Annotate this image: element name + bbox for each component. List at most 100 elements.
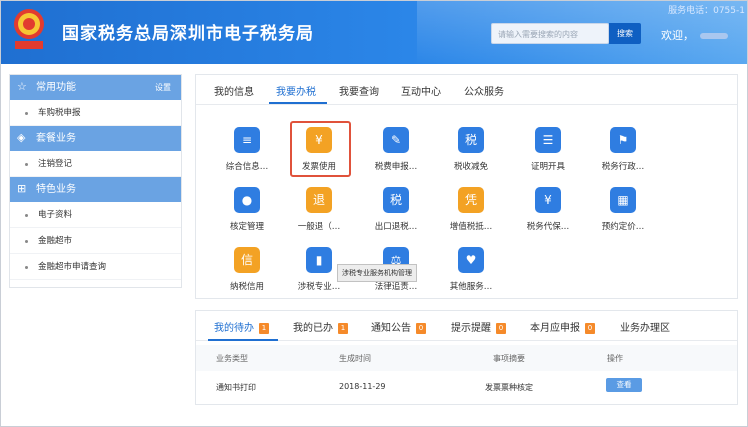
site-header: 国家税务总局深圳市电子税务局 服务电话：0755-1 请输入需要搜索的内容 搜索… [1, 1, 747, 64]
tax-relief-icon: 税 [458, 127, 484, 153]
service-label: 证明开具 [530, 162, 565, 172]
service-label: 税收减免 [453, 162, 488, 172]
settings-link[interactable]: 设置 [155, 75, 171, 100]
service-label: 出口退税… [374, 222, 418, 232]
site-title: 国家税务总局深圳市电子税务局 [62, 24, 314, 44]
service-label: 税费申报… [374, 162, 418, 172]
column-header: 业务类型 [216, 354, 248, 363]
tax-emblem-icon [14, 9, 44, 49]
document-icon: ≡ [234, 127, 260, 153]
tasks-panel: 我的待办 1 我的已办 1 通知公告 0 提示提醒 0 本月应申报 0 业务办理区 业务类… [195, 310, 738, 405]
monthly-count-badge: 0 [585, 322, 595, 334]
welcome-text: 欢迎， [661, 27, 728, 43]
calendar-icon: ▦ [610, 187, 636, 213]
tab-business-area[interactable]: 业务办理区 [620, 319, 670, 334]
certificate-icon: ☰ [535, 127, 561, 153]
column-header: 生成时间 [339, 354, 371, 363]
done-count-badge: 1 [338, 322, 348, 334]
reminder-count-badge: 0 [496, 322, 506, 334]
tab-todo[interactable]: 我的待办 1 [214, 319, 269, 334]
service-item[interactable]: ● 核定管理 [212, 187, 282, 232]
row-summary: 发票票种核定 [485, 383, 533, 392]
row-time: 2018-11-29 [339, 382, 386, 391]
row-type: 通知书打印 [216, 383, 256, 392]
tab-notice[interactable]: 通知公告 0 [371, 319, 426, 334]
tab-label: 通知公告 [371, 323, 411, 334]
grid-icon: ⊞ [17, 182, 27, 195]
sidebar-section-featured[interactable]: ⊞ 特色业务 [10, 177, 181, 202]
heart-icon: ♥ [458, 247, 484, 273]
masked-username [700, 33, 728, 39]
service-item[interactable]: 税税收减免 [436, 127, 506, 172]
task-tabs: 我的待办 1 我的已办 1 通知公告 0 提示提醒 0 本月应申报 0 业务办理区 [196, 311, 737, 341]
sidebar-item-e-documents[interactable]: 电子资料 [10, 202, 181, 228]
section-title: 特色业务 [36, 184, 76, 195]
active-task-tab-indicator [208, 339, 278, 341]
sidebar-item-vehicle-tax[interactable]: 车购税申报 [10, 100, 181, 126]
welcome-label: 欢迎， [661, 29, 694, 42]
column-header: 事项摘要 [493, 354, 525, 363]
tab-handle-tax[interactable]: 我要办税 [276, 83, 316, 98]
tab-my-info[interactable]: 我的信息 [214, 83, 254, 98]
sidebar-section-common[interactable]: ☆ 常用功能 设置 [10, 75, 181, 100]
star-icon: ☆ [17, 80, 27, 93]
tab-query[interactable]: 我要查询 [339, 83, 379, 98]
service-item[interactable]: ≡ 综合信息… [212, 127, 282, 172]
sidebar-item-finance-query[interactable]: 金融超市申请查询 [10, 254, 181, 280]
search-input[interactable]: 请输入需要搜索的内容 [491, 23, 609, 44]
service-item[interactable]: 退一般退（… [284, 187, 354, 232]
sidebar: ☆ 常用功能 设置 车购税申报 ◈ 套餐业务 注销登记 ⊞ 特色业务 电子资料 … [9, 74, 182, 288]
service-item[interactable]: ▦ 预约定价… [588, 187, 658, 232]
active-tab-indicator [269, 102, 327, 104]
search-button[interactable]: 搜索 [609, 23, 641, 44]
declare-icon: ✎ [383, 127, 409, 153]
service-item[interactable]: 税出口退税… [361, 187, 431, 232]
refund-icon: 退 [306, 187, 332, 213]
service-label: 纳税信用 [229, 282, 264, 292]
section-title: 常用功能 [36, 82, 76, 93]
service-label: 预约定价… [601, 222, 645, 232]
tab-monthly-declare[interactable]: 本月应申报 0 [530, 319, 595, 334]
service-item[interactable]: ¥ 税务代保… [513, 187, 583, 232]
vat-icon: 凭 [458, 187, 484, 213]
export-refund-icon: 税 [383, 187, 409, 213]
sidebar-item-finance-market[interactable]: 金融超市 [10, 228, 181, 254]
layers-icon: ◈ [17, 131, 26, 144]
service-label: 其他服务… [449, 282, 493, 292]
service-label: 税务代保… [526, 222, 570, 232]
service-label: 税务行政… [601, 162, 645, 172]
tab-done[interactable]: 我的已办 1 [293, 319, 348, 334]
services-panel: 我的信息 我要办税 我要查询 互动中心 公众服务 ≡ 综合信息… ¥ 发票使用 ✎ 税费申… [195, 74, 738, 299]
service-item[interactable]: ✎ 税费申报… [361, 127, 431, 172]
service-label: 增值税抵… [449, 222, 493, 232]
tab-label: 本月应申报 [530, 323, 580, 334]
tab-interaction[interactable]: 互动中心 [401, 83, 441, 98]
service-item[interactable]: ⚑ 税务行政… [588, 127, 658, 172]
view-button[interactable]: 查看 [606, 378, 642, 392]
service-label: 一般退（… [297, 222, 341, 232]
main-tabs: 我的信息 我要办税 我要查询 互动中心 公众服务 [196, 75, 737, 105]
service-label: 核定管理 [229, 222, 264, 232]
service-hotline: 服务电话：0755-1 [668, 6, 745, 16]
service-item[interactable]: ♥ 其他服务… [436, 247, 506, 292]
service-item[interactable]: ☰ 证明开具 [513, 127, 583, 172]
person-icon: ● [234, 187, 260, 213]
tab-label: 提示提醒 [451, 323, 491, 334]
credit-icon: 信 [234, 247, 260, 273]
service-item[interactable]: 信纳税信用 [212, 247, 282, 292]
service-tooltip: 涉税专业服务机构管理 [337, 264, 417, 282]
notice-count-badge: 0 [416, 322, 426, 334]
tab-reminder[interactable]: 提示提醒 0 [451, 319, 506, 334]
table-header-row [196, 345, 737, 371]
sidebar-section-package[interactable]: ◈ 套餐业务 [10, 126, 181, 151]
tab-label: 我的已办 [293, 323, 333, 334]
service-item[interactable]: 凭增值税抵… [436, 187, 506, 232]
sidebar-item-deregistration[interactable]: 注销登记 [10, 151, 181, 177]
column-header: 操作 [607, 354, 623, 363]
tab-label: 我的待办 [214, 323, 254, 334]
tab-public-service[interactable]: 公众服务 [464, 83, 504, 98]
service-label: 综合信息… [225, 162, 269, 172]
section-title: 套餐业务 [36, 133, 76, 144]
admin-icon: ⚑ [610, 127, 636, 153]
todo-count-badge: 1 [259, 322, 269, 334]
